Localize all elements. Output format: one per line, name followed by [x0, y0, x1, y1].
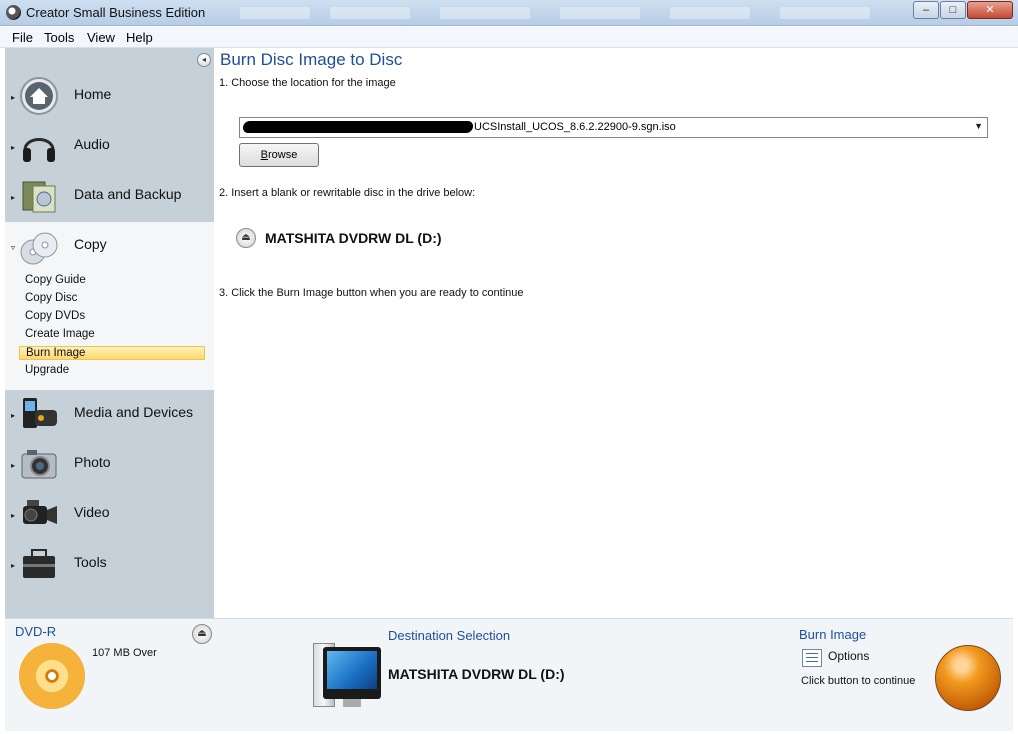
expand-arrow-icon: ▸	[11, 461, 16, 470]
background-taskbar-item	[330, 7, 410, 19]
expand-arrow-icon: ▸	[11, 411, 16, 420]
sidebar-item-label: Media and Devices	[74, 404, 194, 420]
close-button[interactable]: ✕	[967, 1, 1013, 19]
background-taskbar-item	[670, 7, 750, 19]
sidebar-item-photo[interactable]: ▸ Photo	[5, 440, 214, 490]
options-link[interactable]: Options	[828, 649, 869, 663]
image-path-combobox[interactable]: UCSInstall_UCOS_8.6.2.22900-9.sgn.iso ▼	[239, 117, 988, 138]
background-taskbar-item	[440, 7, 530, 19]
step-1-instruction: 1. Choose the location for the image	[219, 77, 396, 89]
collapse-sidebar-button[interactable]: ◂	[197, 53, 211, 67]
expand-arrow-icon: ▸	[11, 143, 16, 152]
eject-icon[interactable]: ⏏	[192, 624, 212, 644]
copy-section: ▿ Copy Copy Guide Copy Disc Copy DVDs Cr…	[5, 222, 214, 390]
bottom-panel: DVD-R 107 MB Over ⏏ Destination Selectio…	[5, 618, 1013, 731]
sidebar-item-label: Photo	[74, 454, 111, 470]
background-taskbar-item	[780, 7, 870, 19]
options-list-icon[interactable]	[802, 649, 822, 667]
page-title: Burn Disc Image to Disc	[220, 50, 403, 69]
sub-item-copy-dvds[interactable]: Copy DVDs	[25, 310, 85, 322]
background-taskbar-item	[560, 7, 640, 19]
media-devices-icon	[23, 398, 57, 428]
sidebar-item-label: Data and Backup	[74, 186, 182, 202]
sidebar-item-data-and-backup[interactable]: ▸ Data and Backup	[5, 172, 214, 222]
menu-view[interactable]: View	[87, 30, 115, 45]
sidebar-item-audio[interactable]: ▸ Audio	[5, 122, 214, 172]
expand-arrow-icon: ▸	[11, 93, 16, 102]
sidebar-item-media-and-devices[interactable]: ▸ Media and Devices	[5, 390, 214, 440]
burn-button[interactable]	[935, 645, 1001, 711]
expand-arrow-icon: ▸	[11, 193, 16, 202]
data-backup-icon	[22, 181, 56, 213]
video-camera-icon	[23, 500, 57, 524]
monitor-stand	[343, 699, 361, 707]
sub-item-upgrade[interactable]: Upgrade	[25, 364, 69, 376]
title-bar: Creator Small Business Edition – □ ✕	[0, 0, 1018, 26]
sidebar-item-home[interactable]: ▸ Home	[5, 72, 214, 122]
burn-hint: Click button to continue	[801, 675, 916, 687]
disc-capacity-status: 107 MB Over	[92, 647, 157, 659]
disc-type-label: DVD-R	[15, 624, 57, 639]
sidebar-item-label: Home	[74, 86, 112, 102]
destination-drive-name[interactable]: MATSHITA DVDRW DL (D:)	[388, 666, 565, 682]
monitor-icon	[323, 647, 381, 699]
headphones-icon	[23, 138, 55, 162]
expand-arrow-icon: ▸	[11, 511, 16, 520]
sidebar-item-copy[interactable]: ▿ Copy	[5, 222, 214, 272]
browse-button[interactable]: Browse	[239, 143, 319, 167]
step-2-instruction: 2. Insert a blank or rewritable disc in …	[219, 187, 476, 199]
expand-arrow-icon: ▸	[11, 561, 16, 570]
destination-selection-heading: Destination Selection	[388, 628, 511, 643]
sidebar-item-label: Tools	[74, 554, 107, 570]
target-drive-name: MATSHITA DVDRW DL (D:)	[265, 230, 442, 246]
maximize-button[interactable]: □	[940, 1, 966, 19]
app-icon	[6, 5, 21, 20]
menu-tools[interactable]: Tools	[44, 30, 74, 45]
sub-item-copy-guide[interactable]: Copy Guide	[25, 274, 86, 286]
menu-file[interactable]: File	[12, 30, 33, 45]
sidebar-item-label: Video	[74, 504, 110, 520]
menu-bar: File Tools View Help	[0, 27, 1018, 48]
sidebar-item-label: Audio	[74, 136, 110, 152]
step-3-instruction: 3. Click the Burn Image button when you …	[219, 287, 524, 299]
sidebar-item-tools[interactable]: ▸ Tools	[5, 540, 214, 590]
window-title: Creator Small Business Edition	[26, 5, 206, 20]
menu-help[interactable]: Help	[126, 30, 153, 45]
home-icon	[20, 77, 58, 115]
sidebar-item-video[interactable]: ▸ Video	[5, 490, 214, 540]
collapse-arrow-icon: ▿	[11, 243, 16, 252]
chevron-down-icon[interactable]: ▼	[974, 121, 983, 131]
sub-item-burn-image[interactable]: Burn Image	[19, 346, 205, 360]
sub-item-copy-disc[interactable]: Copy Disc	[25, 292, 77, 304]
redacted-path-segment	[242, 121, 474, 133]
eject-icon[interactable]: ⏏	[236, 228, 256, 248]
dvd-disc-icon	[19, 643, 85, 709]
image-path-value: UCSInstall_UCOS_8.6.2.22900-9.sgn.iso	[474, 121, 676, 133]
background-taskbar-item	[240, 7, 310, 19]
sidebar: ◂ ▸ Home ▸ Audio ▸ Data and Backup ▿ Cop…	[5, 48, 214, 618]
minimize-button[interactable]: –	[913, 1, 939, 19]
burn-image-heading: Burn Image	[799, 627, 867, 642]
copy-discs-icon	[20, 232, 58, 265]
sidebar-item-label: Copy	[74, 236, 107, 252]
camera-icon	[21, 450, 57, 479]
toolbox-icon	[23, 549, 55, 578]
sub-item-create-image[interactable]: Create Image	[25, 328, 95, 340]
